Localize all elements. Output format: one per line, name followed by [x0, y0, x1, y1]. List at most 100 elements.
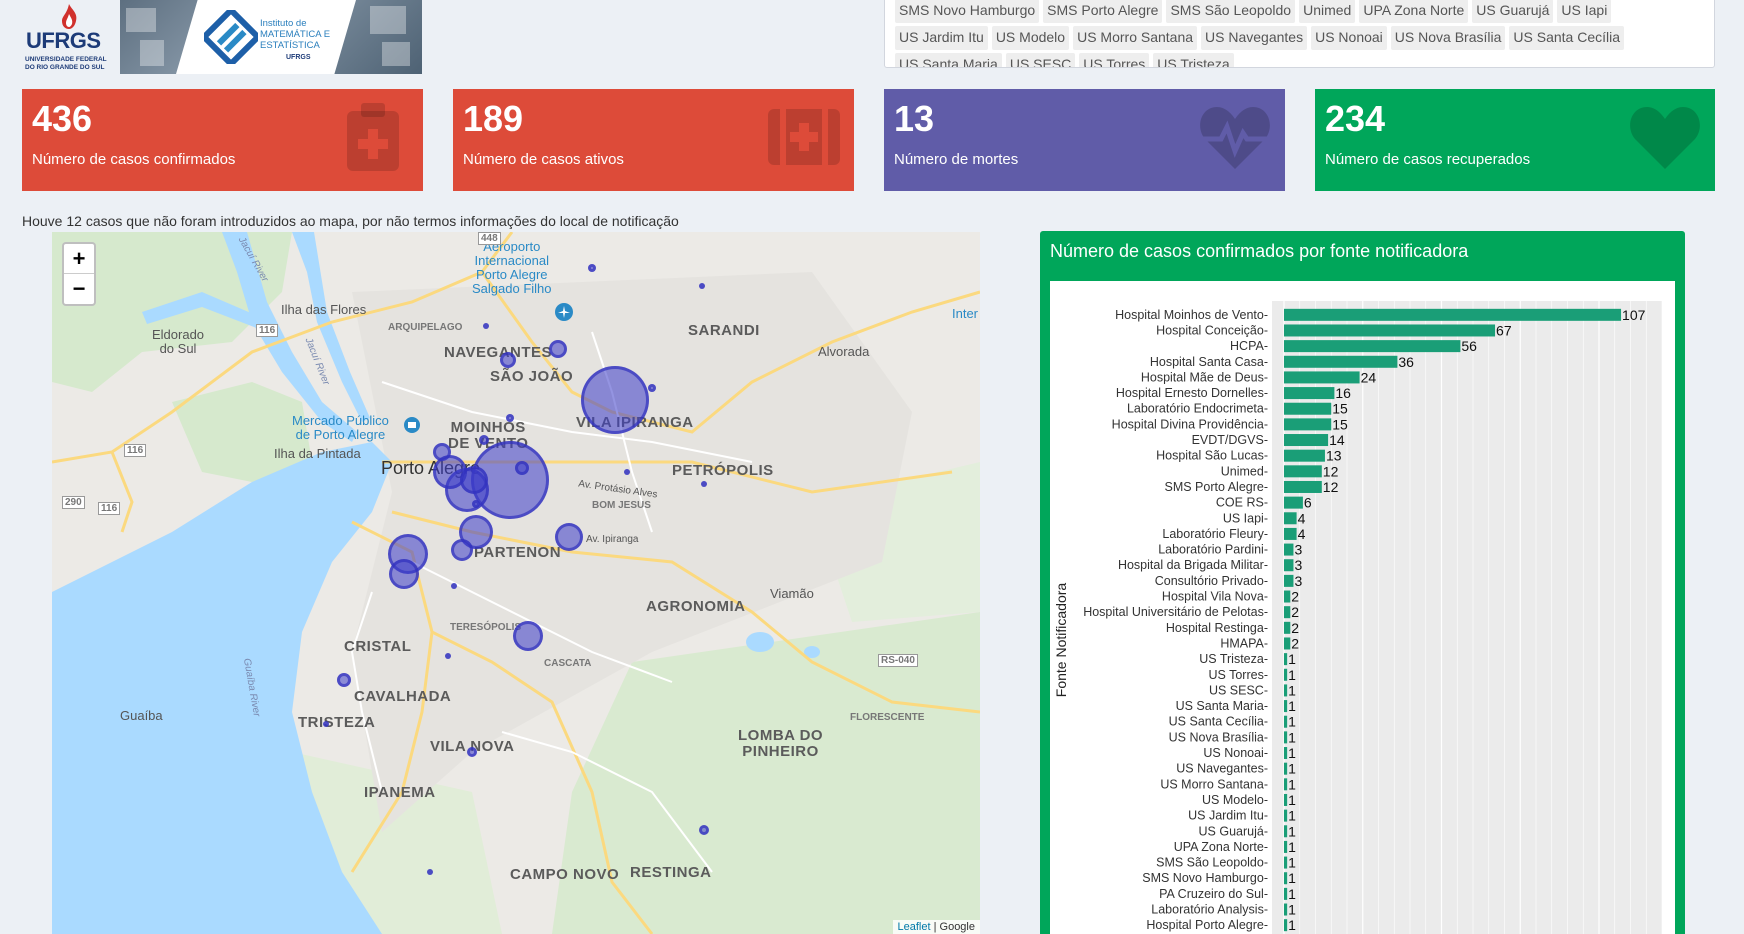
case-marker[interactable] [555, 523, 583, 551]
filter-tag[interactable]: US Torres [1079, 53, 1150, 67]
bar[interactable] [1284, 793, 1288, 806]
filter-tag[interactable]: UPA Zona Norte [1359, 0, 1469, 23]
bar[interactable] [1284, 840, 1288, 853]
category-label: Hospital Santa Casa- [1150, 355, 1268, 369]
zoom-in-button[interactable]: + [64, 244, 94, 274]
case-marker[interactable] [389, 559, 419, 589]
filter-tag[interactable]: US Navegantes [1201, 26, 1308, 50]
value-label: 1 [1288, 839, 1296, 855]
category-label: US Santa Cecília- [1169, 715, 1268, 729]
case-marker[interactable] [549, 340, 567, 358]
filter-tag[interactable]: US Tristeza [1153, 53, 1234, 67]
bar[interactable] [1284, 856, 1288, 869]
leaflet-link[interactable]: Leaflet [898, 921, 931, 933]
bar[interactable] [1284, 825, 1288, 838]
bar[interactable] [1284, 653, 1288, 666]
bar[interactable] [1284, 809, 1288, 822]
case-marker[interactable] [445, 653, 451, 659]
case-marker[interactable] [588, 264, 596, 272]
filter-tag[interactable]: US Morro Santana [1073, 26, 1198, 50]
case-marker[interactable] [515, 461, 529, 475]
bar[interactable] [1284, 387, 1335, 400]
bar[interactable] [1284, 668, 1288, 681]
filter-tag[interactable]: US Santa Maria [895, 53, 1002, 67]
case-marker[interactable] [451, 583, 457, 589]
case-marker[interactable] [699, 825, 709, 835]
filter-tag[interactable]: US Guarujá [1472, 0, 1554, 23]
case-marker[interactable] [506, 414, 514, 422]
bar[interactable] [1284, 340, 1461, 353]
bar[interactable] [1284, 700, 1288, 713]
bar[interactable] [1284, 418, 1332, 431]
filter-tag[interactable]: US SESC [1005, 53, 1076, 67]
case-marker[interactable] [467, 747, 477, 757]
bar[interactable] [1284, 747, 1288, 760]
category-label: US Morro Santana- [1160, 777, 1268, 791]
filter-tag[interactable]: US Santa Cecília [1509, 26, 1624, 50]
filter-tag[interactable]: SMS São Leopoldo [1166, 0, 1296, 23]
bar[interactable] [1284, 324, 1496, 337]
bar[interactable] [1284, 559, 1294, 572]
map-label-sao-joao: SÃO JOÃO [490, 368, 574, 385]
filter-tag[interactable]: US Iapi [1557, 0, 1612, 23]
bar[interactable] [1284, 903, 1288, 916]
case-marker[interactable] [648, 384, 656, 392]
bar[interactable] [1284, 574, 1294, 587]
case-marker[interactable] [472, 500, 480, 508]
bar[interactable] [1284, 402, 1332, 415]
bar[interactable] [1284, 606, 1291, 619]
case-marker[interactable] [699, 283, 705, 289]
case-marker[interactable] [483, 323, 489, 329]
bar[interactable] [1284, 496, 1303, 509]
bar[interactable] [1284, 527, 1297, 540]
notifier-filter-box[interactable]: SMS Novo Hamburgo SMS Porto Alegre SMS São… [884, 0, 1715, 68]
case-marker[interactable] [451, 539, 473, 561]
case-marker[interactable] [460, 466, 488, 494]
filter-tag[interactable]: Unimed [1299, 0, 1356, 23]
bar[interactable] [1284, 434, 1329, 447]
bar[interactable] [1284, 480, 1322, 493]
case-marker[interactable] [624, 469, 630, 475]
bar[interactable] [1284, 684, 1288, 697]
bar[interactable] [1284, 762, 1288, 775]
map-label-florescente: FLORESCENTE [850, 712, 925, 723]
bar[interactable] [1284, 637, 1291, 650]
filter-tag[interactable]: US Jardim Itu [895, 26, 988, 50]
case-marker[interactable] [500, 352, 516, 368]
bar[interactable] [1284, 371, 1360, 384]
stat-value: 234 [1325, 98, 1386, 139]
filter-tag[interactable]: SMS Novo Hamburgo [895, 0, 1040, 23]
category-label: US Modelo- [1202, 793, 1268, 807]
filter-tag[interactable]: US Nova Brasília [1390, 26, 1506, 50]
case-marker[interactable] [479, 435, 489, 445]
bar[interactable] [1284, 308, 1622, 321]
case-marker[interactable] [513, 621, 543, 651]
bar[interactable] [1284, 872, 1288, 885]
bar[interactable] [1284, 778, 1288, 791]
filter-tag[interactable]: SMS Porto Alegre [1043, 0, 1163, 23]
bar[interactable] [1284, 919, 1288, 932]
value-label: 13 [1326, 448, 1342, 464]
bar[interactable] [1284, 715, 1288, 728]
bar[interactable] [1284, 590, 1291, 603]
bar[interactable] [1284, 355, 1398, 368]
cases-map[interactable]: Aeroporto Internacional Porto Alegre Salgad… [52, 232, 980, 934]
case-marker[interactable] [701, 481, 707, 487]
filter-tag[interactable]: US Nonoai [1311, 26, 1387, 50]
category-label: Hospital Moinhos de Vento- [1115, 308, 1268, 322]
bar[interactable] [1284, 543, 1294, 556]
bar[interactable] [1284, 512, 1297, 525]
zoom-out-button[interactable]: − [64, 274, 94, 304]
zoom-control: + − [62, 242, 96, 306]
case-marker[interactable] [581, 366, 649, 434]
bar[interactable] [1284, 731, 1288, 744]
bar[interactable] [1284, 621, 1291, 634]
bar[interactable] [1284, 465, 1322, 478]
bar[interactable] [1284, 887, 1288, 900]
case-marker[interactable] [427, 869, 433, 875]
case-marker[interactable] [323, 721, 329, 727]
bar[interactable] [1284, 449, 1325, 462]
value-label: 1 [1288, 886, 1296, 902]
case-marker[interactable] [337, 673, 351, 687]
filter-tag[interactable]: US Modelo [991, 26, 1070, 50]
